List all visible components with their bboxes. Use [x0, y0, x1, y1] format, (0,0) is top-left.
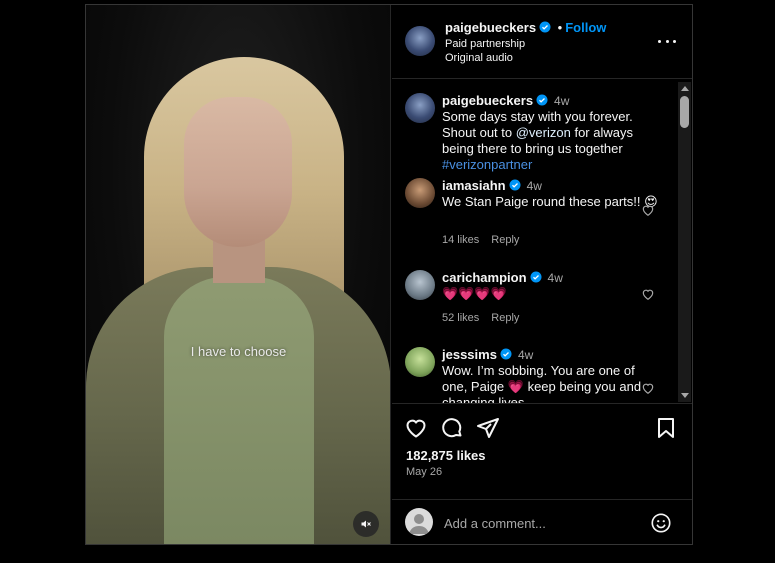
comment-username[interactable]: carichampion — [442, 270, 527, 285]
reply-button[interactable]: Reply — [491, 312, 519, 324]
commenter-avatar[interactable] — [405, 347, 435, 377]
more-options-icon[interactable] — [658, 36, 676, 46]
add-comment-bar — [392, 499, 692, 545]
caption-text: Some days stay with you forever. Shout o… — [442, 109, 658, 173]
like-comment-heart-icon[interactable] — [641, 287, 655, 301]
post-actions: 182,875 likes May 26 — [392, 403, 692, 544]
post-header: paigebueckers • Follow Paid partnership O… — [392, 5, 692, 79]
caption-time[interactable]: 4w — [554, 94, 569, 108]
scrollbar-thumb[interactable] — [680, 96, 689, 128]
mute-button[interactable] — [353, 511, 379, 537]
comment-username[interactable]: jesssims — [442, 347, 497, 362]
comment-body: iamasiahn 4w We Stan Paige round these pa… — [442, 178, 658, 210]
default-user-icon — [409, 514, 429, 534]
verizonpartner-hashtag-link[interactable]: #verizonpartner — [442, 157, 532, 172]
comment-likes[interactable]: 52 likes — [442, 312, 479, 324]
video-subtitle: I have to choose — [190, 344, 287, 359]
verizon-mention-link[interactable]: @verizon — [516, 125, 571, 140]
comment-time[interactable]: 4w — [527, 179, 542, 193]
header-user-line: paigebueckers • Follow — [445, 20, 606, 35]
original-audio-link[interactable]: Original audio — [445, 52, 513, 64]
scroll-down-arrow-icon[interactable] — [681, 393, 689, 398]
like-heart-icon[interactable] — [404, 416, 428, 440]
header-separator: • — [557, 20, 563, 35]
comment-username[interactable]: iamasiahn — [442, 178, 506, 193]
post-side-panel: paigebueckers • Follow Paid partnership O… — [392, 5, 692, 544]
comment-bubble-icon[interactable] — [440, 416, 464, 440]
video-person-sweater — [164, 277, 314, 544]
comment-text: Wow. I’m sobbing. You are one of one, Pa… — [442, 363, 642, 403]
follow-button[interactable]: Follow — [565, 20, 606, 35]
video-person-face — [184, 97, 292, 247]
comment-likes[interactable]: 14 likes — [442, 234, 479, 246]
comment-body: carichampion 4w 💗💗💗💗 — [442, 270, 658, 302]
likes-count[interactable]: 182,875 likes — [406, 448, 486, 463]
comment-meta: 14 likes Reply — [442, 234, 531, 246]
like-comment-heart-icon[interactable] — [641, 203, 655, 217]
comment-text: We Stan Paige round these parts!! 😍 — [442, 194, 658, 209]
comment-meta: 52 likes Reply — [442, 312, 531, 324]
save-bookmark-icon[interactable] — [654, 416, 678, 440]
commenter-avatar[interactable] — [405, 178, 435, 208]
comment-body: jesssims 4w Wow. I’m sobbing. You are one… — [442, 347, 658, 403]
caption-author-avatar[interactable] — [405, 93, 435, 123]
post-video[interactable]: I have to choose — [86, 5, 391, 544]
share-paper-plane-icon[interactable] — [476, 416, 500, 440]
caption-body: paigebueckers 4w Some days stay with you … — [442, 93, 658, 173]
speaker-muted-icon — [361, 520, 371, 528]
verified-badge-icon — [509, 179, 521, 191]
author-avatar[interactable] — [405, 26, 435, 56]
comments-scrollbar[interactable] — [678, 82, 691, 402]
author-username[interactable]: paigebueckers — [445, 20, 536, 35]
comment-time[interactable]: 4w — [518, 348, 533, 362]
comment-text: 💗💗💗💗 — [442, 286, 507, 301]
verified-badge-icon — [530, 271, 542, 283]
caption-username[interactable]: paigebueckers — [442, 93, 533, 108]
reply-button[interactable]: Reply — [491, 234, 519, 246]
scroll-up-arrow-icon[interactable] — [681, 86, 689, 91]
like-comment-heart-icon[interactable] — [641, 381, 655, 395]
comments-list: paigebueckers 4w Some days stay with you … — [392, 80, 692, 403]
add-comment-input[interactable] — [444, 513, 644, 533]
user-avatar — [405, 508, 433, 536]
commenter-avatar[interactable] — [405, 270, 435, 300]
post-modal: I have to choose paigebueckers • Follow P… — [85, 4, 693, 545]
verified-badge-icon — [500, 348, 512, 360]
paid-partnership-label[interactable]: Paid partnership — [445, 38, 525, 50]
verified-badge-icon — [539, 21, 551, 33]
emoji-smiley-icon[interactable] — [650, 512, 672, 534]
verified-badge-icon — [536, 94, 548, 106]
post-date[interactable]: May 26 — [406, 466, 442, 478]
comment-time[interactable]: 4w — [548, 271, 563, 285]
